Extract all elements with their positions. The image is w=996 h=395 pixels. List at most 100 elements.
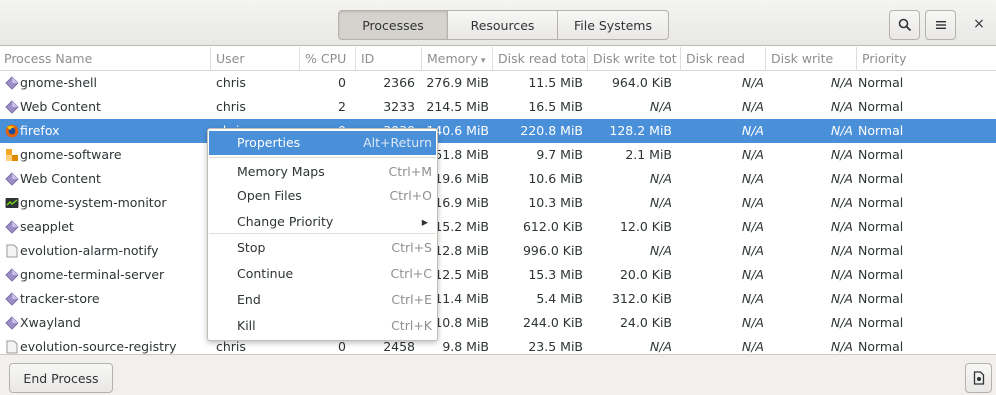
process-disk-write-total: 20.0 KiB: [619, 267, 672, 282]
menu-item-label: Continue: [237, 266, 294, 281]
table-row[interactable]: gnome-shell chris 0 2366 276.9 MiB 11.5 MiB 96…: [0, 71, 996, 95]
column-disk-write-total[interactable]: Disk write tot: [587, 47, 680, 71]
process-disk-write-total: N/A: [649, 171, 672, 186]
process-disk-read-total: 244.0 KiB: [522, 315, 583, 330]
column-cpu[interactable]: % CPU: [299, 47, 355, 71]
table-row[interactable]: gnome-software 51.8 MiB 9.7 MiB 2.1 MiB N/A N…: [0, 143, 996, 167]
menu-button[interactable]: [925, 10, 956, 40]
process-name-label: Web Content: [20, 99, 101, 114]
process-disk-write-total: 12.0 KiB: [619, 219, 672, 234]
menu-accelerator: Ctrl+E: [391, 292, 432, 307]
process-disk-read: N/A: [741, 315, 764, 330]
process-cpu: 2: [338, 99, 346, 114]
process-disk-write-total: 312.0 KiB: [611, 291, 672, 306]
process-disk-write-total: 24.0 KiB: [619, 315, 672, 330]
process-disk-read-total: 5.4 MiB: [536, 291, 583, 306]
table-row[interactable]: Web Content 19.6 MiB 10.6 MiB N/A N/A N/A Norm…: [0, 167, 996, 191]
process-name: gnome-terminal-server: [4, 263, 209, 287]
process-disk-read-total: 996.0 KiB: [522, 243, 583, 258]
diamond-app-icon: [4, 268, 19, 283]
process-priority: Normal: [858, 267, 904, 282]
process-disk-write-total: N/A: [649, 195, 672, 210]
menu-item-stop[interactable]: Stop Ctrl+S: [209, 236, 436, 260]
process-priority: Normal: [858, 147, 904, 162]
process-name: tracker-store: [4, 287, 209, 311]
bottom-bar: End Process: [0, 354, 996, 395]
process-user: chris: [216, 99, 246, 114]
document-app-icon: [4, 244, 19, 259]
process-disk-read: N/A: [741, 147, 764, 162]
diamond-app-icon: [4, 172, 19, 187]
menu-item-properties[interactable]: Properties Alt+Return: [209, 131, 436, 155]
table-row[interactable]: gnome-system-monitor 16.9 MiB 10.3 MiB N/A N…: [0, 191, 996, 215]
process-name-label: seapplet: [20, 219, 74, 234]
table-row[interactable]: Web Content chris 2 3233 214.5 MiB 16.5 MiB N/…: [0, 95, 996, 119]
process-name: gnome-software: [4, 143, 209, 167]
menu-item-open-files[interactable]: Open Files Ctrl+O: [209, 184, 436, 208]
table-row[interactable]: evolution-alarm-notify 12.8 MiB 996.0 KiB N…: [0, 239, 996, 263]
firefox-icon: [4, 124, 19, 139]
column-disk-read[interactable]: Disk read: [680, 47, 765, 71]
process-properties-icon: [973, 371, 984, 385]
column-priority[interactable]: Priority: [856, 47, 996, 71]
table-row[interactable]: Xwayland 10.8 MiB 244.0 KiB 24.0 KiB N/A N/A N…: [0, 311, 996, 335]
process-name: Web Content: [4, 167, 209, 191]
process-disk-write-total: 964.0 KiB: [611, 75, 672, 90]
process-disk-read-total: 220.8 MiB: [520, 123, 583, 138]
process-cpu: 0: [338, 75, 346, 90]
menu-item-kill[interactable]: Kill Ctrl+K: [209, 314, 436, 338]
column-id[interactable]: ID: [355, 47, 421, 71]
column-disk-write[interactable]: Disk write: [765, 47, 856, 71]
process-id: 2366: [383, 75, 415, 90]
tab-file-systems[interactable]: File Systems: [558, 10, 669, 40]
process-priority: Normal: [858, 171, 904, 186]
process-disk-read: N/A: [741, 267, 764, 282]
menu-item-continue[interactable]: Continue Ctrl+C: [209, 262, 436, 286]
end-process-button[interactable]: End Process: [9, 363, 113, 393]
column-memory[interactable]: Memory ▾: [421, 47, 492, 71]
process-disk-write: N/A: [830, 147, 853, 162]
column-disk-read-total[interactable]: Disk read tota: [492, 47, 587, 71]
process-name-label: gnome-shell: [20, 75, 97, 90]
process-memory: 276.9 MiB: [426, 75, 489, 90]
process-disk-write: N/A: [830, 99, 853, 114]
process-name: seapplet: [4, 215, 209, 239]
close-button[interactable]: ×: [967, 12, 991, 36]
column-process-name[interactable]: Process Name: [0, 47, 210, 71]
menu-item-memory-maps[interactable]: Memory Maps Ctrl+M: [209, 160, 436, 184]
process-user: chris: [216, 75, 246, 90]
menu-item-end[interactable]: End Ctrl+E: [209, 288, 436, 312]
process-disk-read-total: 10.6 MiB: [528, 171, 583, 186]
column-memory-label: Memory: [427, 51, 478, 66]
process-properties-button[interactable]: [965, 363, 992, 393]
tab-processes[interactable]: Processes: [338, 10, 448, 40]
process-disk-read: N/A: [741, 243, 764, 258]
tab-resources[interactable]: Resources: [448, 10, 558, 40]
process-priority: Normal: [858, 195, 904, 210]
menu-accelerator: Alt+Return: [363, 135, 432, 150]
table-row[interactable]: gnome-terminal-server 12.5 MiB 15.3 MiB 20.…: [0, 263, 996, 287]
system-monitor-icon: [4, 196, 19, 211]
menu-accelerator: Ctrl+M: [388, 164, 433, 179]
search-button[interactable]: [889, 10, 920, 40]
software-icon: [4, 148, 19, 163]
process-disk-write: N/A: [830, 171, 853, 186]
menu-item-label: Open Files: [237, 188, 302, 203]
process-name-label: gnome-system-monitor: [20, 195, 167, 210]
process-list: gnome-shell chris 0 2366 276.9 MiB 11.5 MiB 96…: [0, 71, 996, 359]
process-priority: Normal: [858, 123, 904, 138]
menu-accelerator: Ctrl+S: [391, 240, 432, 255]
process-name-label: Web Content: [20, 171, 101, 186]
menu-item-label: Memory Maps: [237, 164, 325, 179]
process-name: evolution-alarm-notify: [4, 239, 209, 263]
table-row[interactable]: tracker-store 11.4 MiB 5.4 MiB 312.0 KiB N/A…: [0, 287, 996, 311]
process-priority: Normal: [858, 315, 904, 330]
process-disk-read-total: 16.5 MiB: [528, 99, 583, 114]
column-user[interactable]: User: [210, 47, 299, 71]
table-row[interactable]: firefoxchris03030140.6 MiB220.8 MiB128.2…: [0, 119, 996, 143]
menu-item-change-priority[interactable]: Change Priority ▸: [209, 210, 436, 234]
close-icon: ×: [973, 16, 985, 32]
process-name-label: gnome-software: [20, 147, 122, 162]
table-row[interactable]: seapplet 15.2 MiB 612.0 KiB 12.0 KiB N/A N/A N…: [0, 215, 996, 239]
process-disk-read: N/A: [741, 195, 764, 210]
